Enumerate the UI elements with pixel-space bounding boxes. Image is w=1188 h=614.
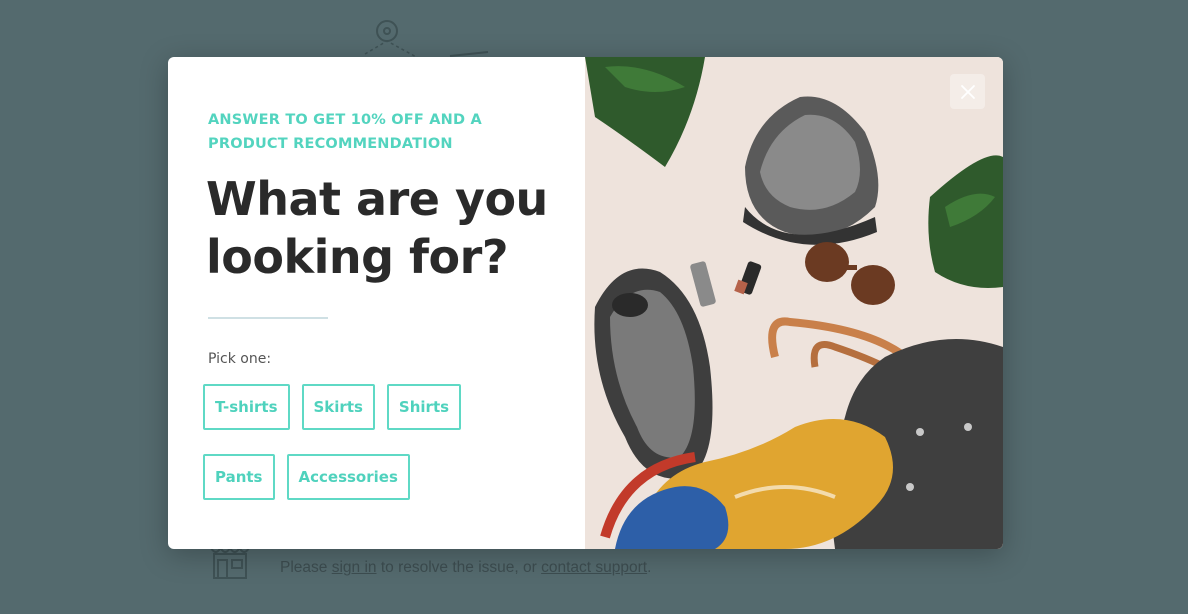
help-text-prefix: Please (280, 559, 328, 576)
option-pants-button[interactable]: Pants (203, 454, 275, 500)
answer-options: T-shirts Skirts Shirts Pants Accessories (203, 384, 563, 500)
background-help-text: Please sign in to resolve the issue, or … (280, 559, 651, 577)
option-tshirts-button[interactable]: T-shirts (203, 384, 290, 430)
help-text-middle: to resolve the issue, or (380, 559, 537, 576)
pick-one-label: Pick one: (208, 351, 272, 367)
headline-divider (208, 317, 328, 319)
sign-in-link[interactable]: sign in (332, 559, 377, 576)
quiz-popup-modal: ANSWER TO GET 10% OFF AND A PRODUCT RECO… (168, 57, 1003, 549)
offer-eyebrow: ANSWER TO GET 10% OFF AND A PRODUCT RECO… (208, 112, 482, 152)
modal-headline: What are you looking for? (206, 172, 548, 284)
modal-image-panel (585, 57, 1003, 549)
option-shirts-button[interactable]: Shirts (386, 384, 462, 430)
contact-support-link[interactable]: contact support (541, 559, 647, 576)
close-icon (960, 84, 975, 99)
modal-content-panel: ANSWER TO GET 10% OFF AND A PRODUCT RECO… (168, 57, 585, 549)
option-accessories-button[interactable]: Accessories (286, 454, 410, 500)
option-skirts-button[interactable]: Skirts (301, 384, 375, 430)
product-flatlay-image (585, 57, 1003, 549)
close-button[interactable] (950, 74, 985, 109)
help-text-suffix: . (647, 559, 652, 576)
